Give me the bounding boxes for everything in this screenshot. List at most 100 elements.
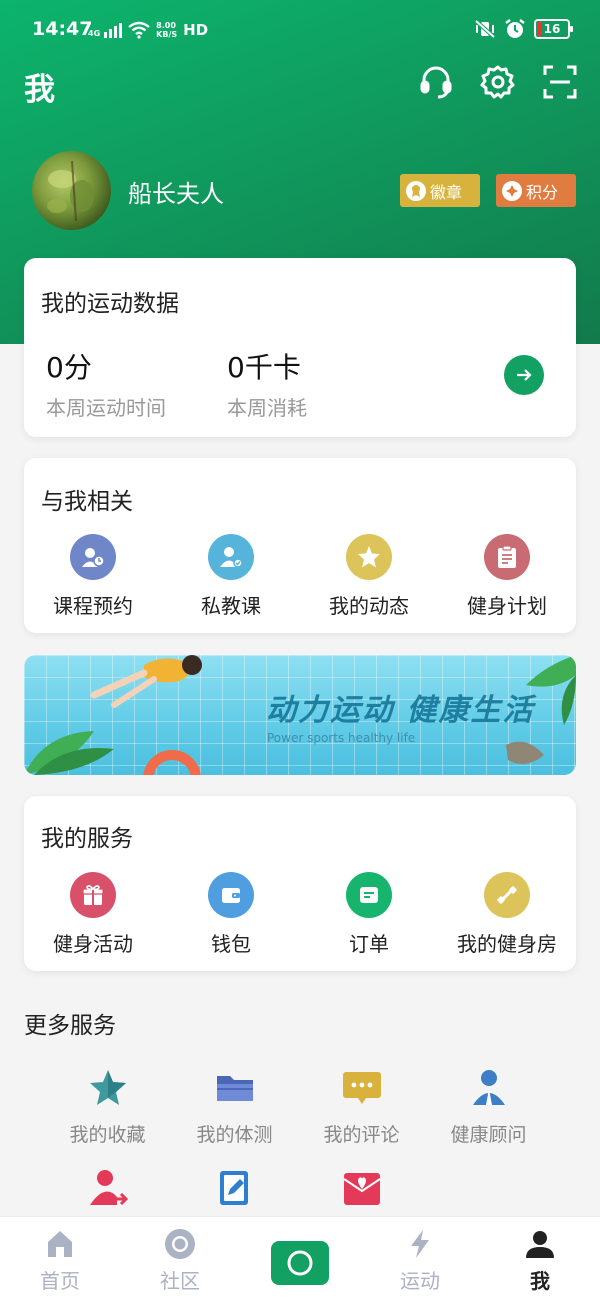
tab-label: 运动 — [400, 1269, 440, 1293]
headset-icon[interactable] — [416, 62, 456, 102]
swimmer-illustration — [90, 655, 202, 708]
status-right: 16 — [474, 18, 573, 40]
related-item-label: 私教课 — [201, 594, 261, 618]
sport-data-title: 我的运动数据 — [41, 291, 179, 317]
more-item-favorites[interactable]: 我的收藏 — [44, 1066, 171, 1166]
hd-label: HD — [183, 21, 209, 39]
medal-icon — [406, 180, 426, 201]
edit-icon — [213, 1166, 257, 1210]
related-item-label: 健身计划 — [467, 594, 547, 618]
points-icon — [502, 180, 522, 201]
weekly-time-label: 本周运动时间 — [46, 396, 166, 420]
network-type: 4G — [88, 28, 101, 38]
banner-title: 动力运动 健康生活 — [266, 693, 535, 728]
points-label: 积分 — [526, 182, 559, 202]
community-icon — [163, 1227, 197, 1261]
advisor-icon — [467, 1066, 511, 1110]
related-item-fitness-plan[interactable]: 健身计划 — [438, 534, 576, 619]
badge-button[interactable]: 徽章 — [400, 174, 480, 207]
network-status: 4G 8.00 KB/S HD — [88, 18, 208, 42]
mail-heart-icon — [340, 1166, 384, 1210]
gift-icon — [70, 872, 116, 918]
wifi-icon — [128, 21, 150, 39]
gym-icon — [484, 872, 530, 918]
more-item-body-test[interactable]: 我的体测 — [171, 1066, 298, 1166]
related-item-label: 课程预约 — [53, 594, 133, 618]
tab-label: 我 — [530, 1269, 550, 1293]
related-item-course-booking[interactable]: 课程预约 — [24, 534, 162, 619]
service-item-fitness-activity[interactable]: 健身活动 — [24, 872, 162, 957]
page-title: 我 — [24, 72, 55, 108]
home-icon — [43, 1227, 77, 1261]
tab-record[interactable] — [240, 1217, 360, 1300]
more-services-title: 更多服务 — [24, 1013, 116, 1039]
banner-subtitle: Power sports healthy life — [267, 731, 416, 745]
related-item-label: 我的动态 — [329, 594, 409, 618]
net-speed-unit: KB/S — [156, 30, 178, 39]
tab-community[interactable]: 社区 — [120, 1217, 240, 1300]
more-item-label: 我的收藏 — [69, 1124, 146, 1146]
profile-icon — [523, 1227, 557, 1261]
tab-home[interactable]: 首页 — [0, 1217, 120, 1300]
username: 船长夫人 — [128, 180, 224, 208]
bottom-tab-bar: 首页 社区 运动 我 — [0, 1216, 600, 1300]
signal-icon: 4G — [88, 22, 123, 38]
more-item-label: 健康顾问 — [450, 1124, 527, 1146]
float-ring-illustration — [143, 750, 201, 775]
service-item-label: 健身活动 — [53, 932, 133, 956]
record-icon — [271, 1241, 329, 1285]
star-icon — [346, 534, 392, 580]
tab-label: 社区 — [160, 1269, 200, 1293]
settings-icon[interactable] — [478, 62, 518, 102]
net-speed: 8.00 KB/S — [156, 21, 177, 39]
service-item-wallet[interactable]: 钱包 — [162, 872, 300, 957]
weekly-calorie-value: 0千卡 — [227, 351, 301, 384]
mute-vibrate-icon — [474, 19, 496, 39]
scan-icon[interactable] — [540, 62, 580, 102]
alarm-icon — [505, 19, 525, 38]
points-button[interactable]: 积分 — [496, 174, 576, 207]
related-grid: 课程预约 私教课 我的动态 健身计划 — [24, 534, 576, 619]
order-icon — [346, 872, 392, 918]
service-card: 我的服务 健身活动 钱包 订单 我的健身房 — [24, 796, 576, 971]
private-coach-icon — [208, 534, 254, 580]
more-item-comments[interactable]: 我的评论 — [298, 1066, 425, 1166]
service-item-orders[interactable]: 订单 — [300, 872, 438, 957]
related-title: 与我相关 — [41, 489, 133, 515]
badge-label: 徽章 — [430, 182, 463, 202]
more-item-label: 我的体测 — [196, 1124, 273, 1146]
leaf-left-illustration — [24, 731, 114, 775]
tab-sport[interactable]: 运动 — [360, 1217, 480, 1300]
weekly-calorie-label: 本周消耗 — [227, 396, 307, 420]
service-item-label: 钱包 — [211, 932, 251, 956]
wallet-icon — [208, 872, 254, 918]
status-bar: 14:47 4G 8.00 KB/S HD 16 — [0, 0, 600, 60]
service-title: 我的服务 — [41, 826, 133, 852]
weekly-time-value: 0分 — [46, 351, 92, 384]
service-item-my-gym[interactable]: 我的健身房 — [438, 872, 576, 957]
related-item-private-coach[interactable]: 私教课 — [162, 534, 300, 619]
service-item-label: 我的健身房 — [457, 932, 557, 956]
avatar[interactable] — [32, 151, 111, 230]
more-services-row: 我的收藏 我的体测 我的评论 健康顾问 — [44, 1066, 556, 1166]
service-item-label: 订单 — [349, 932, 389, 956]
status-time: 14:47 — [32, 18, 93, 40]
promo-banner[interactable]: 动力运动 健康生活 Power sports healthy life — [24, 655, 576, 775]
battery-icon: 16 — [534, 19, 573, 39]
folder-icon — [213, 1066, 257, 1110]
service-grid: 健身活动 钱包 订单 我的健身房 — [24, 872, 576, 957]
course-booking-icon — [70, 534, 116, 580]
tab-me[interactable]: 我 — [480, 1217, 600, 1300]
favorite-icon — [86, 1066, 130, 1110]
related-item-my-feed[interactable]: 我的动态 — [300, 534, 438, 619]
more-item-health-advisor[interactable]: 健康顾问 — [425, 1066, 552, 1166]
sport-data-arrow-button[interactable] — [504, 355, 544, 395]
sport-data-card[interactable]: 我的运动数据 0分 本周运动时间 0千卡 本周消耗 — [24, 258, 576, 437]
plan-icon — [484, 534, 530, 580]
related-card: 与我相关 课程预约 私教课 我的动态 健身计划 — [24, 458, 576, 633]
net-speed-value: 8.00 — [156, 21, 176, 30]
tab-label: 首页 — [40, 1269, 80, 1293]
arrow-right-icon — [517, 369, 532, 381]
header-actions — [416, 62, 580, 102]
lightning-icon — [403, 1227, 437, 1261]
